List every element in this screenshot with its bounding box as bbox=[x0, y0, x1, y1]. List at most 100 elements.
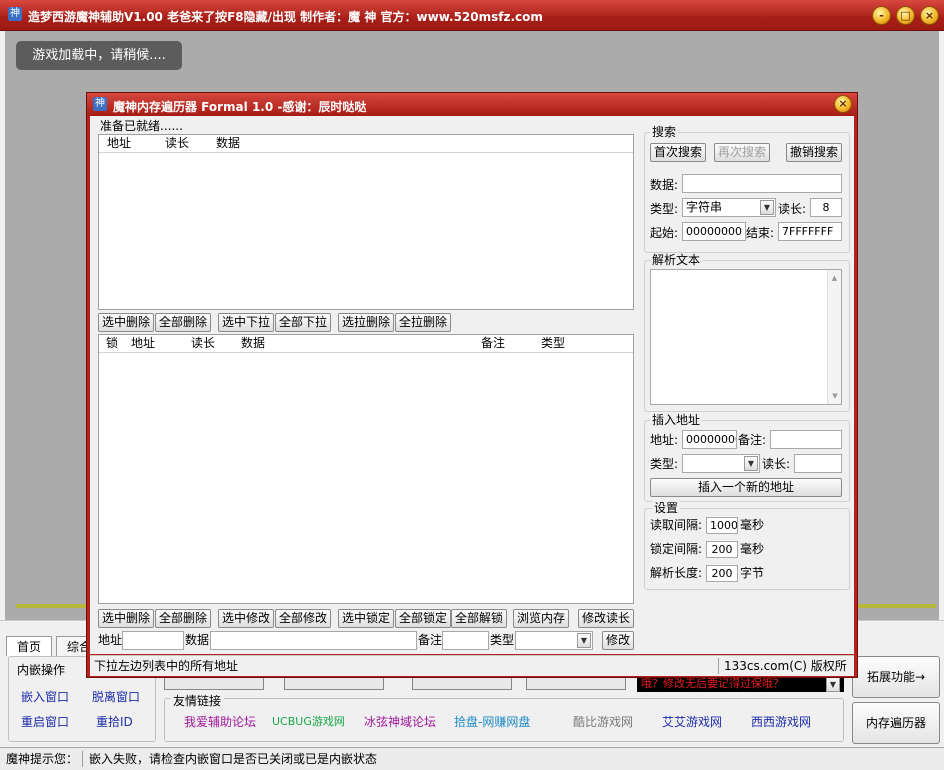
lock-interval-input[interactable]: 200 bbox=[706, 541, 738, 558]
friend-link[interactable]: 我爱辅助论坛 bbox=[184, 713, 256, 730]
lock-interval-unit: 毫秒 bbox=[740, 542, 765, 556]
modify-readlen-button[interactable]: 修改读长 bbox=[578, 609, 634, 628]
friend-link[interactable]: 艾艾游戏网 bbox=[662, 713, 722, 730]
insert-type-label: 类型: bbox=[650, 457, 679, 471]
list-header: 锁 地址 读长 数据 备注 类型 bbox=[99, 335, 633, 353]
watch-address-list[interactable]: 锁 地址 读长 数据 备注 类型 bbox=[98, 334, 634, 604]
column-header[interactable]: 类型 bbox=[541, 335, 565, 352]
app-logo-icon: 神 bbox=[8, 7, 22, 21]
addr-input[interactable] bbox=[122, 631, 184, 650]
recapture-id-link[interactable]: 重拾ID bbox=[96, 713, 133, 730]
column-header[interactable]: 数据 bbox=[241, 335, 265, 352]
chevron-down-icon[interactable]: ▼ bbox=[760, 200, 774, 215]
settings-title: 设置 bbox=[652, 501, 681, 515]
search-result-list[interactable]: 地址 读长 数据 bbox=[98, 134, 634, 310]
status-divider bbox=[718, 658, 719, 674]
inner-logo-icon: 神 bbox=[93, 97, 107, 111]
delete-all-button[interactable]: 全部删除 bbox=[155, 313, 211, 332]
parse-length-unit: 字节 bbox=[740, 566, 765, 580]
modify-button[interactable]: 修改 bbox=[602, 631, 634, 650]
insert-readlen-label: 读长: bbox=[762, 457, 791, 471]
ready-status: 准备已就绪...... bbox=[100, 119, 183, 133]
tab-home[interactable]: 首页 bbox=[6, 636, 53, 656]
maximize-button[interactable]: □ bbox=[896, 6, 915, 25]
inner-status-message: 下拉左边列表中的所有地址 bbox=[94, 659, 239, 673]
cancel-search-button[interactable]: 撤销搜索 bbox=[786, 143, 842, 162]
hidden-button-2[interactable] bbox=[284, 676, 384, 690]
search-end-input[interactable]: 7FFFFFFF bbox=[778, 222, 842, 241]
delete-selected-button[interactable]: 选中删除 bbox=[98, 313, 154, 332]
first-search-button[interactable]: 首次搜索 bbox=[650, 143, 706, 162]
column-header[interactable]: 锁 bbox=[106, 335, 118, 352]
read-interval-input[interactable]: 1000 bbox=[706, 517, 738, 534]
pull-selected-button[interactable]: 选中下拉 bbox=[218, 313, 274, 332]
inner-title-bar[interactable]: 神 魔神内存遍历器 Formal 1.0 -感谢：辰时哒哒 bbox=[87, 93, 857, 116]
memory-scanner-button[interactable]: 内存遍历器 bbox=[852, 702, 940, 744]
restart-window-link[interactable]: 重启窗口 bbox=[21, 713, 69, 730]
detach-window-link[interactable]: 脱离窗口 bbox=[92, 688, 140, 705]
status-label: 魔神提示您： bbox=[6, 752, 79, 766]
friend-link[interactable]: 西西游戏网 bbox=[751, 713, 811, 730]
extend-features-button[interactable]: 拓展功能→ bbox=[852, 656, 940, 698]
unlock-all-button[interactable]: 全部解锁 bbox=[451, 609, 507, 628]
data-label: 数据 bbox=[185, 633, 210, 647]
loading-message: 游戏加载中，请稍候.... bbox=[16, 41, 182, 70]
browse-memory-button[interactable]: 浏览内存 bbox=[513, 609, 569, 628]
insert-address-title: 插入地址 bbox=[650, 413, 703, 427]
column-header[interactable]: 地址 bbox=[107, 135, 131, 152]
search-start-input[interactable]: 00000000 bbox=[682, 222, 746, 241]
search-data-input[interactable] bbox=[682, 174, 842, 193]
pull-all-button[interactable]: 全部下拉 bbox=[275, 313, 331, 332]
parse-length-input[interactable]: 200 bbox=[706, 565, 738, 582]
column-header[interactable]: 地址 bbox=[131, 335, 155, 352]
insert-note-input[interactable] bbox=[770, 430, 842, 449]
chevron-down-icon[interactable]: ▼ bbox=[577, 633, 591, 648]
friend-link[interactable]: 酷比游戏网 bbox=[573, 713, 633, 730]
type-label: 类型 bbox=[490, 633, 515, 647]
column-header[interactable]: 备注 bbox=[481, 335, 505, 352]
status-message: 嵌入失败，请检查内嵌窗口是否已关闭或已是内嵌状态 bbox=[89, 752, 378, 766]
parse-length-label: 解析长度: bbox=[650, 566, 703, 580]
note-label: 备注 bbox=[418, 633, 443, 647]
search-again-button[interactable]: 再次搜索 bbox=[714, 143, 770, 162]
search-group-title: 搜索 bbox=[650, 125, 679, 139]
minimize-button[interactable]: - bbox=[872, 6, 891, 25]
scrollbar[interactable]: ▲ ▼ bbox=[827, 270, 841, 404]
insert-addr-input[interactable]: 00000000 bbox=[682, 430, 737, 449]
column-header[interactable]: 读长 bbox=[165, 135, 189, 152]
inner-close-button[interactable]: × bbox=[834, 95, 852, 113]
note-input[interactable] bbox=[442, 631, 489, 650]
search-readlen-label: 读长: bbox=[778, 202, 807, 216]
list-header: 地址 读长 数据 bbox=[99, 135, 633, 153]
chevron-down-icon[interactable]: ▼ bbox=[744, 456, 758, 471]
lock-all-button[interactable]: 全部锁定 bbox=[395, 609, 451, 628]
modify-selected-button[interactable]: 选中修改 bbox=[218, 609, 274, 628]
hidden-button-4[interactable] bbox=[526, 676, 626, 690]
hidden-button-1[interactable] bbox=[164, 676, 264, 690]
parse-text-title: 解析文本 bbox=[650, 253, 703, 267]
data-input[interactable] bbox=[210, 631, 417, 650]
hidden-button-3[interactable] bbox=[412, 676, 512, 690]
parse-textarea[interactable]: ▲ ▼ bbox=[650, 269, 842, 405]
status-bar: 魔神提示您： 嵌入失败，请检查内嵌窗口是否已关闭或已是内嵌状态 bbox=[0, 747, 944, 770]
column-header[interactable]: 数据 bbox=[216, 135, 240, 152]
addr-label: 地址 bbox=[98, 633, 123, 647]
insert-readlen-input[interactable] bbox=[794, 454, 842, 473]
pull-delete-all-button[interactable]: 全拉删除 bbox=[395, 313, 451, 332]
search-readlen-input[interactable]: 8 bbox=[810, 198, 842, 217]
close-button[interactable]: × bbox=[920, 6, 939, 25]
delete-all-button[interactable]: 全部删除 bbox=[155, 609, 211, 628]
embed-window-link[interactable]: 嵌入窗口 bbox=[21, 688, 69, 705]
friend-link[interactable]: 拾盘-网赚网盘 bbox=[454, 713, 530, 730]
pull-delete-selected-button[interactable]: 选拉删除 bbox=[338, 313, 394, 332]
friend-link[interactable]: 冰弦神域论坛 bbox=[364, 713, 436, 730]
embed-group-title: 内嵌操作 bbox=[14, 661, 69, 678]
column-header[interactable]: 读长 bbox=[191, 335, 215, 352]
insert-note-label: 备注: bbox=[738, 433, 767, 447]
lock-selected-button[interactable]: 选中锁定 bbox=[338, 609, 394, 628]
outer-title-bar[interactable]: 神 造梦西游魔神辅助V1.00 老爸来了按F8隐藏/出现 制作者：魔 神 官方：… bbox=[0, 0, 944, 31]
insert-address-button[interactable]: 插入一个新的地址 bbox=[650, 478, 842, 497]
friend-link[interactable]: UCBUG游戏网 bbox=[272, 713, 345, 729]
delete-selected-button[interactable]: 选中删除 bbox=[98, 609, 154, 628]
modify-all-button[interactable]: 全部修改 bbox=[275, 609, 331, 628]
